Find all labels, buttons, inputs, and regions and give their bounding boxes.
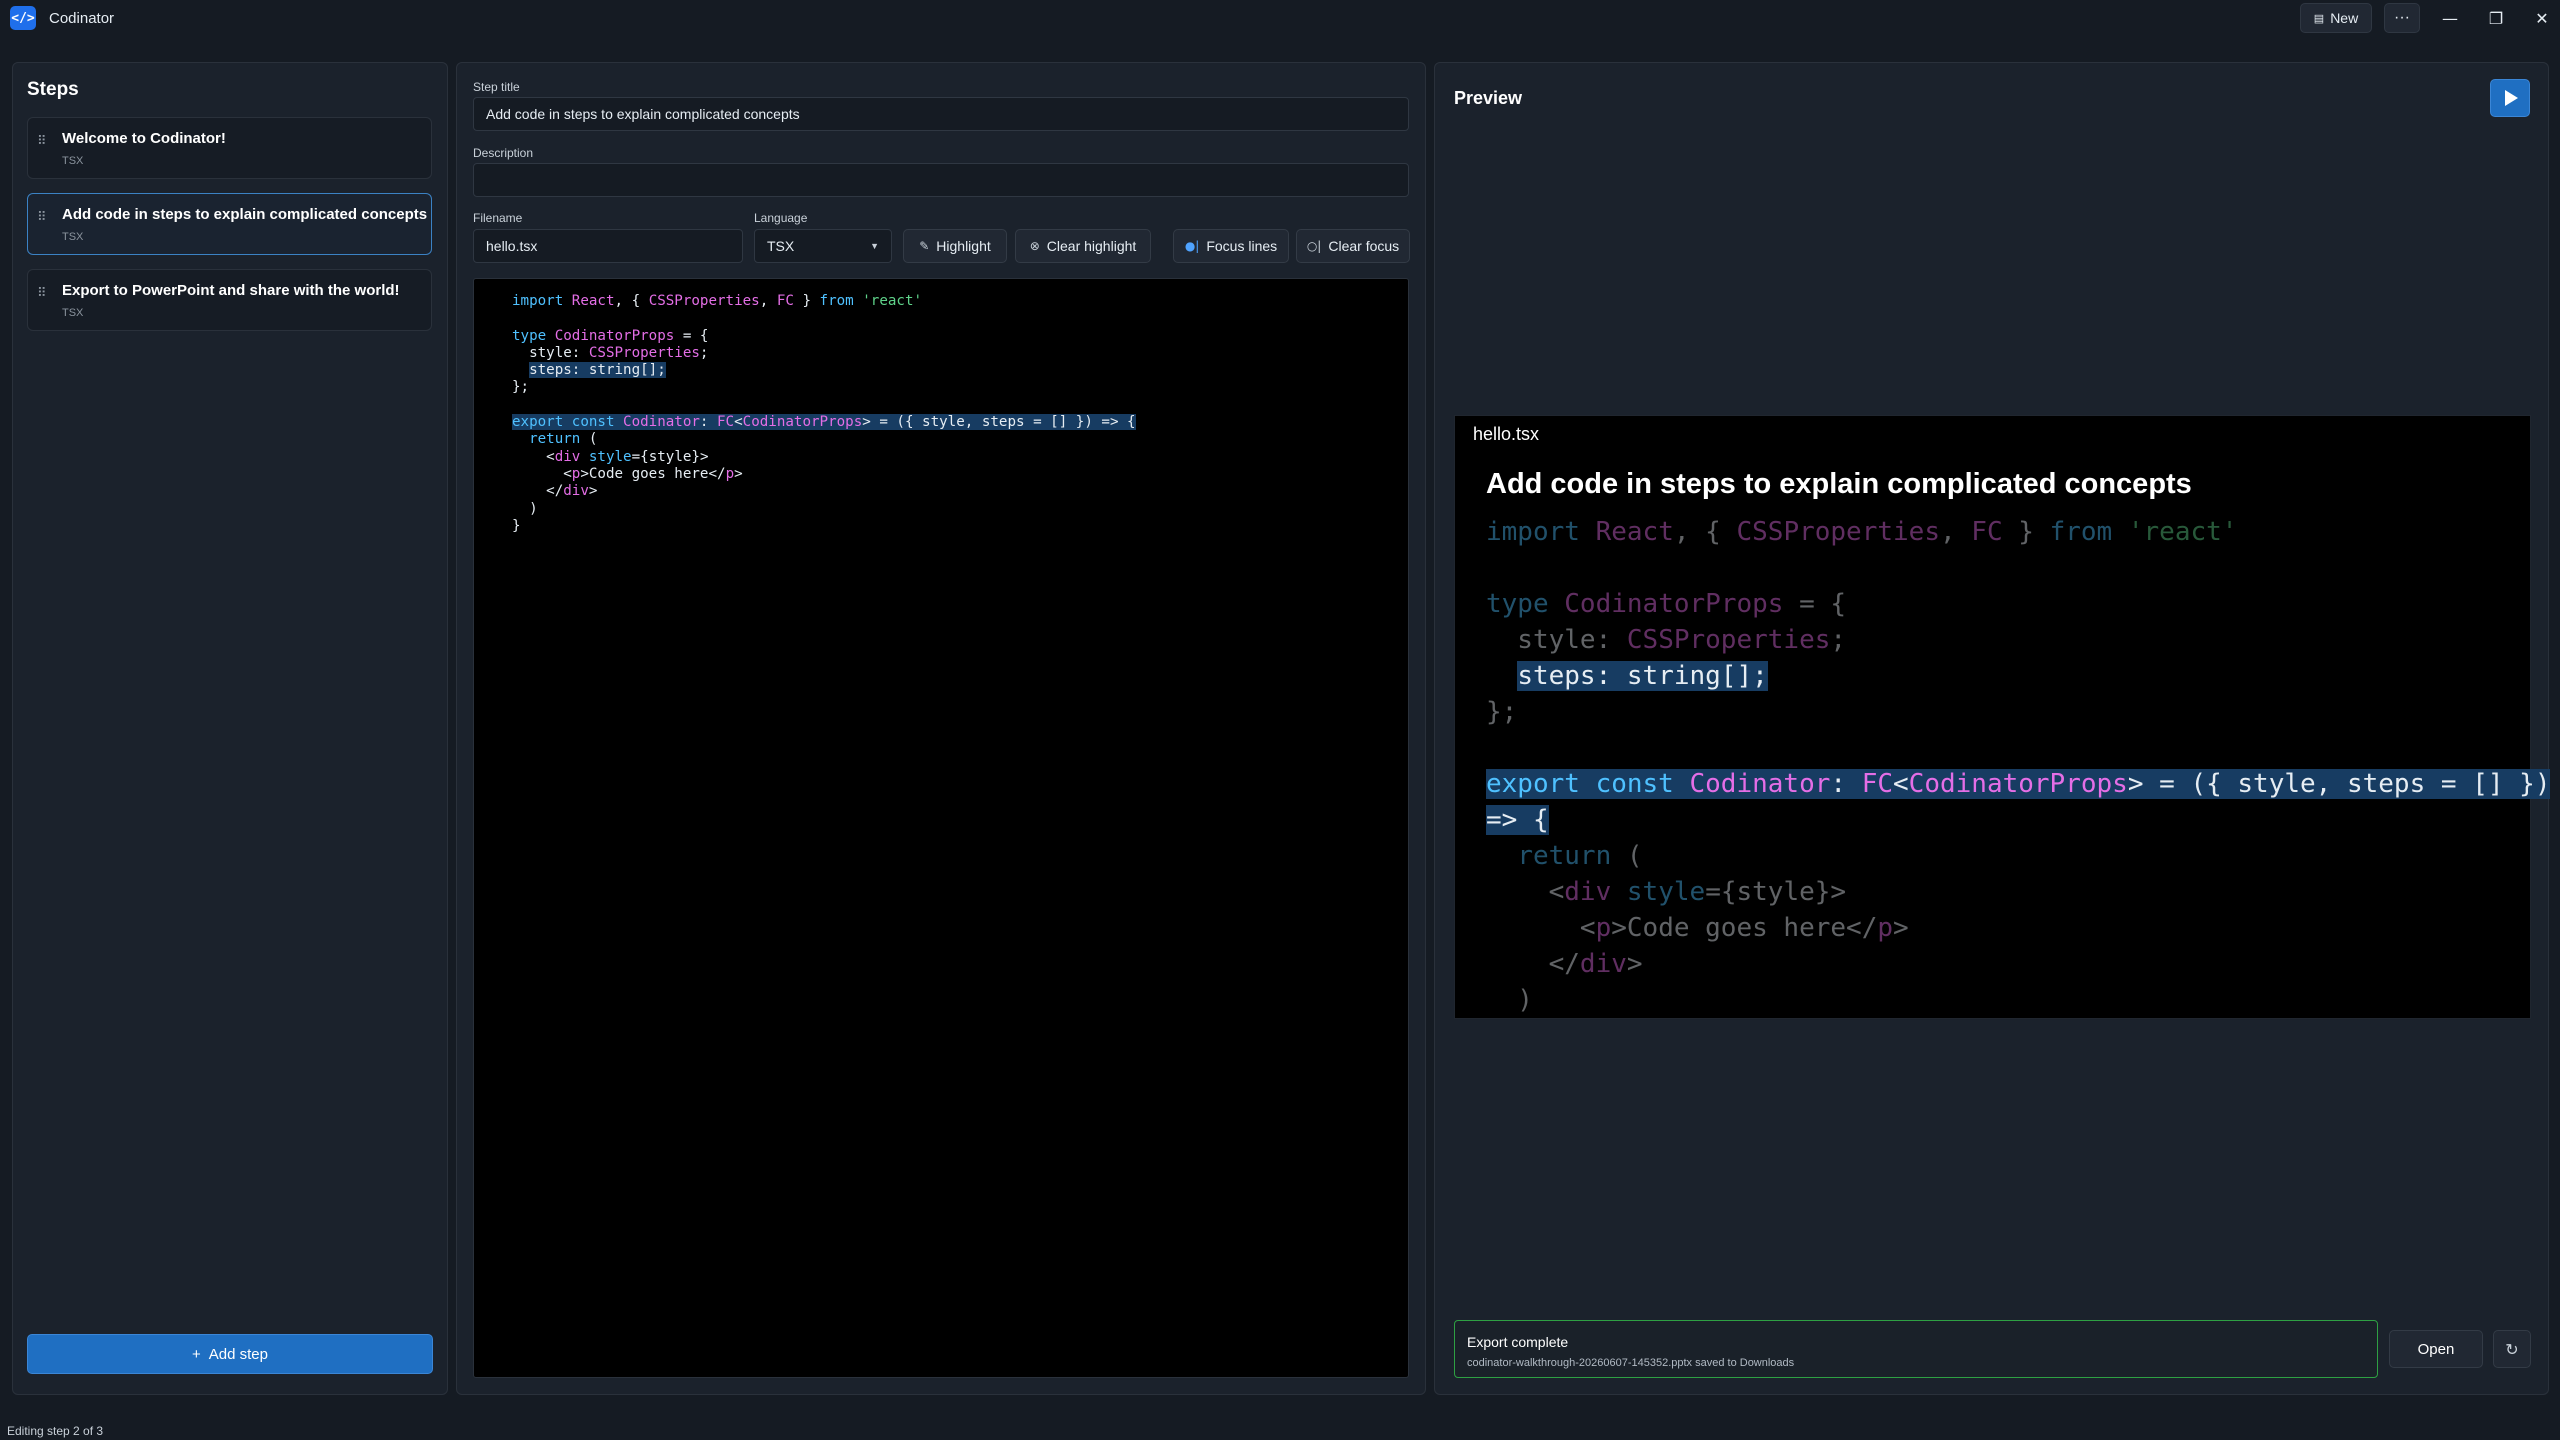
app-title: Codinator — [49, 10, 115, 27]
pen-icon: ✎ — [919, 239, 930, 253]
preview-heading: Preview — [1454, 88, 1523, 108]
clear-focus-button[interactable]: ○| Clear focus — [1296, 229, 1410, 263]
add-step-button[interactable]: + Add step — [27, 1334, 433, 1374]
ellipsis-icon: ··· — [2394, 9, 2410, 26]
drag-handle-icon[interactable]: ⠿ — [37, 135, 49, 158]
step-title-label: Step title — [473, 80, 520, 94]
play-icon — [2505, 90, 2518, 106]
language-value: TSX — [767, 238, 795, 254]
toast-title: Export complete — [1467, 1334, 1569, 1350]
new-button[interactable]: ▤ New — [2300, 3, 2372, 33]
step-item-language: TSX — [62, 231, 84, 243]
open-file-button[interactable]: Open — [2389, 1330, 2483, 1368]
slide-filename: hello.tsx — [1473, 424, 1540, 444]
drag-handle-icon[interactable]: ⠿ — [37, 287, 49, 310]
step-item-title: Welcome to Codinator! — [62, 130, 226, 147]
new-button-label: New — [2330, 10, 2359, 26]
step-item-language: TSX — [62, 155, 84, 167]
focus-icon: ●| — [1184, 239, 1200, 253]
step-item-1[interactable]: ⠿ Welcome to Codinator! TSX — [27, 117, 432, 179]
steps-heading: Steps — [27, 79, 79, 100]
filename-label: Filename — [473, 211, 523, 225]
description-input[interactable] — [473, 163, 1409, 197]
minimize-button[interactable]: — — [2427, 0, 2473, 36]
refresh-icon: ↻ — [2505, 1339, 2519, 1359]
add-step-label: Add step — [208, 1345, 268, 1363]
export-toast: Export complete codinator-walkthrough-20… — [1454, 1320, 2378, 1378]
refresh-button[interactable]: ↻ — [2493, 1330, 2531, 1368]
close-button[interactable]: ✕ — [2519, 0, 2560, 36]
code-editor-content[interactable]: import React, { CSSProperties, FC } from… — [512, 293, 1136, 535]
clear-focus-label: Clear focus — [1328, 238, 1400, 254]
focus-lines-button[interactable]: ●| Focus lines — [1173, 229, 1289, 263]
clear-highlight-label: Clear highlight — [1046, 238, 1137, 254]
description-label: Description — [473, 146, 534, 160]
play-button[interactable] — [2490, 79, 2530, 117]
step-item-2[interactable]: ⠿ Add code in steps to explain complicat… — [27, 193, 432, 255]
status-bar-text: Editing step 2 of 3 — [7, 1424, 104, 1438]
step-item-title: Export to PowerPoint and share with the … — [62, 282, 400, 299]
preview-panel: Preview hello.tsx Add code in steps to e… — [1434, 62, 2551, 1395]
step-item-language: TSX — [62, 307, 84, 319]
title-bar: </> Codinator ▤ New ··· — ❐ ✕ — [0, 0, 2560, 36]
language-label: Language — [754, 211, 808, 225]
steps-panel: Steps ⠿ Welcome to Codinator! TSX ⠿ Add … — [12, 62, 448, 1395]
app-logo-icon: </> — [10, 6, 36, 30]
step-item-3[interactable]: ⠿ Export to PowerPoint and share with th… — [27, 269, 432, 331]
slide-title: Add code in steps to explain complicated… — [1486, 468, 2192, 500]
new-doc-icon: ▤ — [2313, 12, 2325, 25]
highlight-button[interactable]: ✎ Highlight — [903, 229, 1007, 263]
more-options-button[interactable]: ··· — [2384, 3, 2420, 33]
language-select[interactable]: TSX ▼ — [754, 229, 892, 263]
highlight-label: Highlight — [936, 238, 991, 254]
preview-slide: hello.tsx Add code in steps to explain c… — [1454, 415, 2551, 1019]
filename-input[interactable] — [473, 229, 743, 263]
step-title-input[interactable] — [473, 97, 1409, 131]
clear-highlight-button[interactable]: ⊗ Clear highlight — [1015, 229, 1151, 263]
slide-code: import React, { CSSProperties, FC } from… — [1486, 517, 2551, 1015]
toast-message: codinator-walkthrough-20260607-145352.pp… — [1467, 1357, 1795, 1369]
editor-panel: Step title Description Filename Language… — [456, 62, 1426, 1395]
focus-lines-label: Focus lines — [1206, 238, 1278, 254]
code-editor[interactable]: import React, { CSSProperties, FC } from… — [473, 278, 1409, 1378]
step-item-title: Add code in steps to explain complicated… — [62, 206, 428, 223]
clear-focus-icon: ○| — [1306, 239, 1322, 253]
maximize-button[interactable]: ❐ — [2473, 0, 2519, 36]
drag-handle-icon[interactable]: ⠿ — [37, 211, 49, 234]
chevron-down-icon: ▼ — [870, 241, 879, 251]
plus-icon: + — [192, 1345, 201, 1363]
clear-circle-icon: ⊗ — [1029, 239, 1040, 253]
